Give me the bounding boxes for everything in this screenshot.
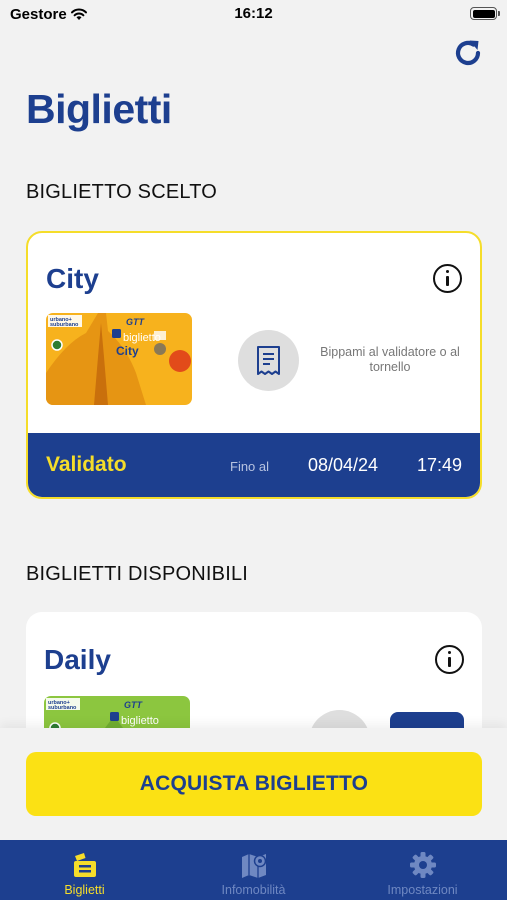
tab-label: Impostazioni [387, 883, 458, 897]
info-icon[interactable] [433, 264, 462, 293]
ticket-art-brand: GTT [124, 700, 143, 710]
tab-label: Infomobilità [221, 883, 286, 897]
tab-label: Biglietti [64, 883, 105, 897]
validator-button[interactable] [238, 330, 299, 391]
refresh-icon[interactable] [451, 36, 485, 70]
info-icon[interactable] [435, 645, 464, 674]
gear-icon [410, 852, 436, 878]
tab-impostazioni[interactable]: Impostazioni [338, 840, 507, 900]
page-title: Biglietti [26, 86, 172, 132]
purchase-footer: ACQUISTA BIGLIETTO [0, 728, 507, 840]
status-bar: Gestore 16:12 [0, 0, 507, 30]
tab-bar: Biglietti Infomobilità Impostazioni [0, 840, 507, 900]
selected-ticket-card[interactable]: City urbano+ suburbano GTT biglietto Cit… [26, 231, 482, 499]
valid-until-time: 17:49 [416, 455, 462, 475]
ticket-art-brand: GTT [126, 317, 145, 327]
ticket-art-city: City [116, 344, 139, 358]
validator-instruction: Bippami al validatore o al tornello [320, 345, 460, 374]
valid-until-label: Fino al [230, 459, 270, 474]
receipt-icon [257, 346, 280, 375]
map-pin-icon [242, 854, 267, 878]
ticket-art-line2: suburbano [48, 705, 77, 711]
ticket-icon [74, 853, 96, 877]
validation-bar: Validato Fino al 08/04/24 17:49 [28, 433, 480, 497]
valid-until-date: 08/04/24 [308, 455, 379, 475]
tab-infomobilita[interactable]: Infomobilità [169, 840, 338, 900]
tab-biglietti[interactable]: Biglietti [0, 840, 169, 900]
status-time: 16:12 [234, 5, 273, 22]
buy-ticket-button[interactable]: ACQUISTA BIGLIETTO [26, 752, 482, 816]
available-tickets-section-label: BIGLIETTI DISPONIBILI [26, 563, 249, 585]
ticket-name: City [46, 263, 99, 294]
battery-icon [470, 7, 500, 20]
ticket-image: urbano+ suburbano GTT biglietto City [46, 313, 192, 405]
ticket-name: Daily [44, 644, 111, 675]
ticket-art-word: biglietto [121, 715, 159, 727]
selected-ticket-section-label: BIGLIETTO SCELTO [26, 181, 218, 203]
validation-status: Validato [46, 453, 127, 476]
ticket-art-line2: suburbano [50, 322, 79, 328]
